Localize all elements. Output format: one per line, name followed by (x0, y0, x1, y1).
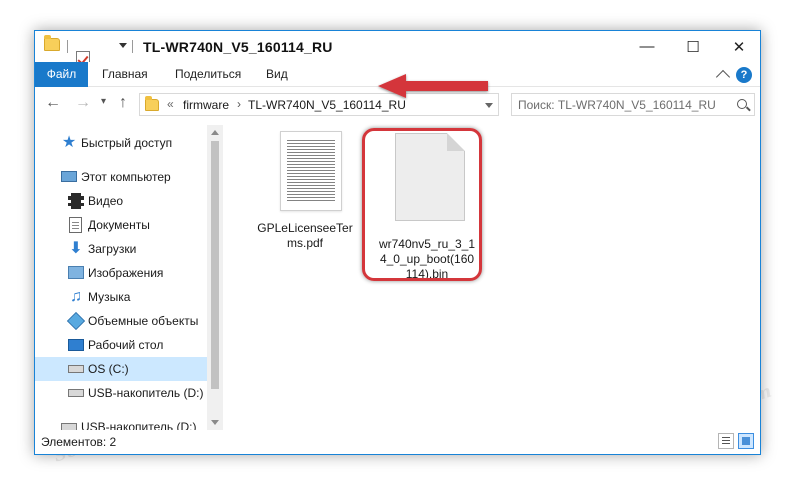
help-icon[interactable]: ? (736, 67, 752, 83)
minimize-button[interactable]: — (624, 31, 670, 62)
sidebar-item-video[interactable]: Видео (35, 189, 207, 213)
sidebar-item-3d-objects[interactable]: Объемные объекты (35, 309, 207, 333)
computer-icon (61, 171, 77, 182)
sidebar-item-usb-d-root[interactable]: USB-накопитель (D:) (35, 415, 207, 430)
pictures-icon (68, 266, 84, 279)
sidebar-scrollbar[interactable] (207, 125, 223, 430)
usb-drive-icon (68, 389, 84, 397)
folder-icon (145, 96, 159, 111)
details-view-button[interactable] (718, 433, 734, 449)
sidebar-item-usb-d[interactable]: USB-накопитель (D:) (35, 381, 207, 405)
star-icon: ★ (61, 134, 77, 151)
file-item-pdf[interactable]: GPLeLicenseeTer ms.pdf (245, 125, 365, 255)
breadcrumb-overflow[interactable]: « (167, 97, 174, 111)
tab-file[interactable]: Файл (35, 62, 88, 87)
breadcrumb-separator: › (237, 97, 241, 111)
sidebar-item-desktop[interactable]: Рабочий стол (35, 333, 207, 357)
sidebar-item-documents[interactable]: Документы (35, 213, 207, 237)
window-title: TL-WR740N_V5_160114_RU (143, 39, 333, 55)
search-placeholder: Поиск: TL-WR740N_V5_160114_RU (518, 98, 716, 112)
music-icon: ♫ (70, 288, 82, 305)
sidebar-item-pictures[interactable]: Изображения (35, 261, 207, 285)
scroll-up-icon[interactable] (211, 130, 219, 135)
sidebar-item-music[interactable]: ♫ Музыка (35, 285, 207, 309)
sidebar-item-this-pc[interactable]: Этот компьютер (35, 165, 207, 189)
desktop-icon (68, 339, 84, 351)
up-button[interactable]: ↑ (119, 94, 127, 112)
file-name-line: ms.pdf (286, 236, 323, 250)
back-button[interactable]: ← (45, 94, 61, 112)
search-input[interactable]: Поиск: TL-WR740N_V5_160114_RU (511, 93, 755, 116)
forward-button[interactable]: → (75, 94, 91, 112)
navigation-pane: ★ Быстрый доступ Этот компьютер Видео До… (35, 125, 223, 430)
recent-locations-icon[interactable]: ▾ (101, 96, 106, 107)
highlight-frame (362, 128, 482, 281)
collapse-ribbon-icon[interactable] (715, 69, 731, 85)
search-icon (737, 99, 747, 109)
sidebar-item-quick-access[interactable]: ★ Быстрый доступ (35, 131, 207, 155)
large-icons-view-button[interactable] (738, 433, 754, 449)
usb-drive-icon (61, 423, 77, 430)
close-button[interactable]: ✕ (716, 31, 760, 62)
drive-icon (68, 365, 84, 373)
maximize-button[interactable]: ☐ (670, 31, 716, 62)
annotation-arrow-icon (378, 74, 488, 98)
divider (132, 40, 133, 53)
title-bar: TL-WR740N_V5_160114_RU — ☐ ✕ (35, 31, 760, 80)
tab-view[interactable]: Вид (266, 62, 288, 87)
file-list: GPLeLicenseeTer ms.pdf wr740nv5_ru_3_1 4… (227, 125, 760, 430)
documents-icon (69, 217, 82, 233)
file-name-line: GPLeLicenseeTer (257, 221, 353, 235)
3d-objects-icon (66, 311, 86, 331)
tab-home[interactable]: Главная (102, 62, 148, 87)
item-count: Элементов: 2 (41, 435, 117, 449)
sidebar-item-os-c[interactable]: OS (C:) (35, 357, 207, 381)
address-dropdown-icon[interactable] (485, 103, 493, 108)
scroll-thumb[interactable] (211, 141, 219, 389)
breadcrumb-firmware[interactable]: firmware (183, 98, 229, 112)
folder-icon (44, 35, 60, 51)
status-bar: Элементов: 2 (35, 430, 760, 454)
downloads-icon: ⬇ (69, 240, 83, 257)
sidebar-item-downloads[interactable]: ⬇ Загрузки (35, 237, 207, 261)
scroll-down-icon[interactable] (211, 420, 219, 425)
video-icon (68, 193, 84, 209)
divider (67, 40, 68, 53)
pdf-file-icon (280, 131, 342, 211)
tab-share[interactable]: Поделиться (175, 62, 241, 87)
quick-access-dropdown-icon[interactable] (119, 43, 127, 48)
